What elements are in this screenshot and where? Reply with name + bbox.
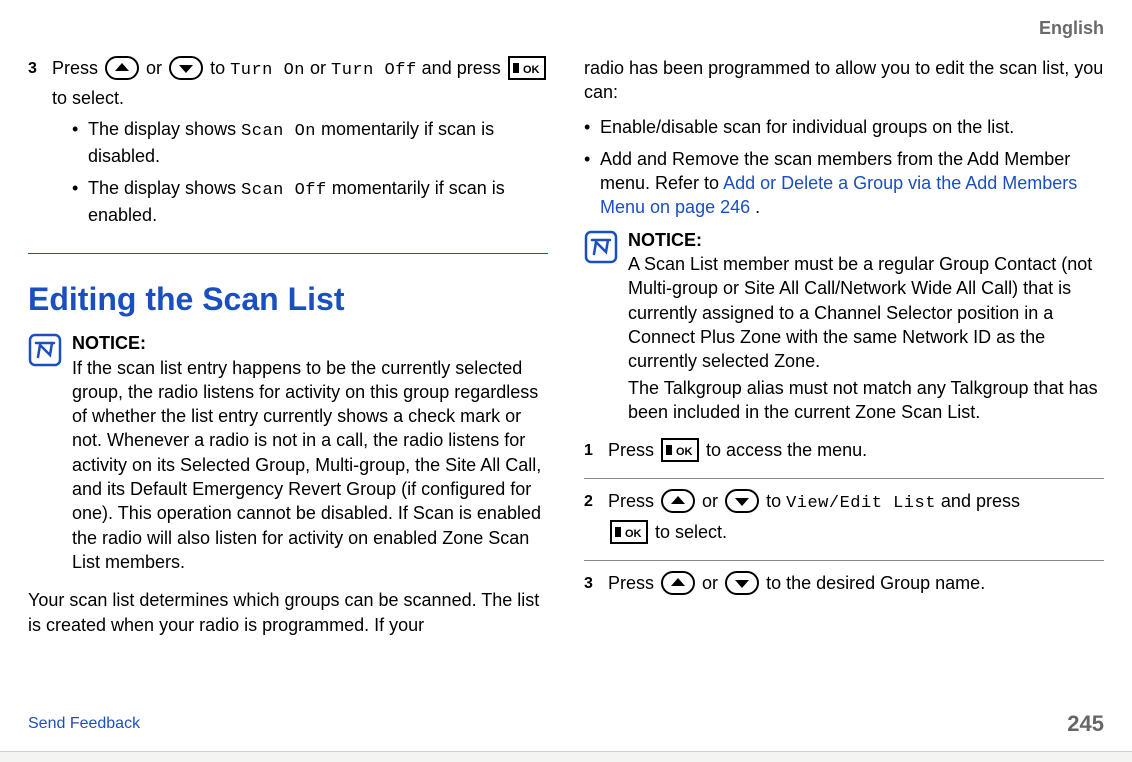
up-button-icon [661, 571, 695, 601]
notice-label: NOTICE: [628, 228, 1104, 252]
step-number: 1 [584, 440, 608, 462]
left-column: 3 Press or to Turn On or Turn Off and pr… [28, 56, 548, 707]
text: to access the menu. [706, 440, 867, 460]
display-text-view-edit: View/Edit List [786, 494, 936, 513]
down-button-icon [725, 489, 759, 519]
text: or [702, 573, 723, 593]
step-separator [584, 560, 1104, 561]
notice-body: A Scan List member must be a regular Gro… [628, 254, 1092, 371]
step-3b: 3 Press or to the desired Group name. [584, 571, 1104, 601]
send-feedback-link[interactable]: Send Feedback [28, 715, 140, 733]
text: to select. [655, 522, 727, 542]
display-text-turn-on: Turn On [230, 61, 305, 80]
ok-button-icon: OK [610, 520, 648, 550]
step-1: 1 Press OK to access the menu. [584, 438, 1104, 468]
section-separator [28, 253, 548, 254]
svg-text:OK: OK [523, 64, 540, 76]
text: or [310, 58, 331, 78]
ok-button-icon: OK [508, 56, 546, 86]
text: to select. [52, 88, 124, 108]
text: The display shows [88, 119, 241, 139]
notice-label: NOTICE: [72, 331, 548, 355]
right-column: radio has been programmed to allow you t… [584, 56, 1104, 707]
text: Press [608, 440, 659, 460]
display-text-scan-off: Scan Off [241, 181, 327, 200]
step-number: 3 [28, 58, 52, 80]
bullet-icon: • [72, 117, 88, 141]
bullet-item: • The display shows Scan On momentarily … [72, 117, 548, 168]
bullet-item: • Enable/disable scan for individual gro… [584, 115, 1104, 139]
paragraph-continued: radio has been programmed to allow you t… [584, 56, 1104, 105]
text: Enable/disable scan for individual group… [600, 115, 1014, 139]
bullet-item: • Add and Remove the scan members from t… [584, 147, 1104, 220]
text: Press [608, 573, 659, 593]
bullet-icon: • [72, 176, 88, 200]
text: to the desired Group name. [766, 573, 985, 593]
section-heading: Editing the Scan List [28, 278, 548, 321]
up-button-icon [661, 489, 695, 519]
step-number: 3 [584, 573, 608, 595]
svg-text:OK: OK [676, 446, 693, 458]
notice-block: NOTICE: A Scan List member must be a reg… [584, 228, 1104, 424]
step-separator [584, 478, 1104, 479]
notice-body: The Talkgroup alias must not match any T… [628, 378, 1098, 422]
step-number: 2 [584, 491, 608, 513]
ok-button-icon: OK [661, 438, 699, 468]
text: or [146, 58, 167, 78]
page-number: 245 [1067, 711, 1104, 737]
text: and press [422, 58, 506, 78]
header-language: English [1039, 18, 1104, 39]
bullet-icon: • [584, 147, 600, 171]
text: Press [608, 491, 659, 511]
text: to [766, 491, 786, 511]
step-2: 2 Press or to View/Edit List and press [584, 489, 1104, 550]
notice-block: NOTICE: If the scan list entry happens t… [28, 331, 548, 574]
bullet-item: • The display shows Scan Off momentarily… [72, 176, 548, 227]
svg-text:OK: OK [625, 528, 642, 540]
paragraph: Your scan list determines which groups c… [28, 588, 548, 637]
notice-icon [584, 230, 618, 270]
step-3: 3 Press or to Turn On or Turn Off and pr… [28, 56, 548, 235]
down-button-icon [725, 571, 759, 601]
up-button-icon [105, 56, 139, 86]
notice-icon [28, 333, 62, 373]
text: or [702, 491, 723, 511]
text: to [210, 58, 230, 78]
text: . [755, 197, 760, 217]
display-text-scan-on: Scan On [241, 122, 316, 141]
text: and press [941, 491, 1020, 511]
down-button-icon [169, 56, 203, 86]
notice-body: If the scan list entry happens to be the… [72, 358, 541, 572]
text: Press [52, 58, 103, 78]
display-text-turn-off: Turn Off [331, 61, 417, 80]
bullet-icon: • [584, 115, 600, 139]
text: The display shows [88, 178, 241, 198]
